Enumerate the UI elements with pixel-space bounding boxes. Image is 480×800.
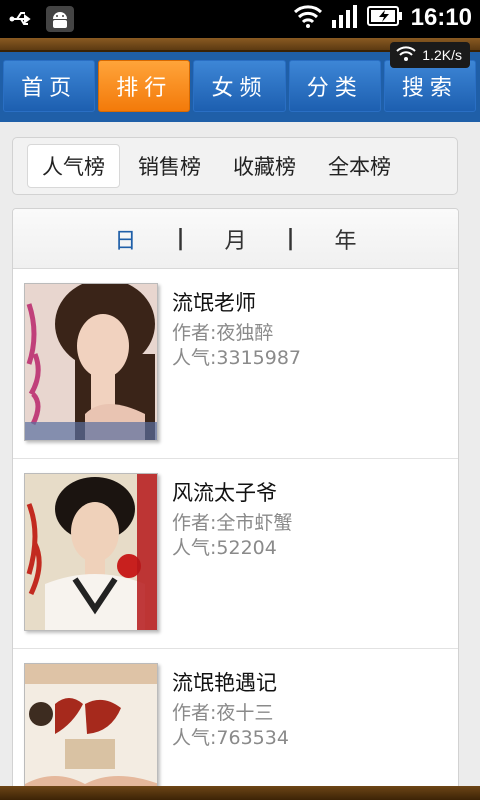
book-title: 流氓艳遇记	[172, 671, 277, 695]
book-author: 作者:全市虾蟹	[172, 512, 293, 534]
ranking-tabs: 人气榜 销售榜 收藏榜 全本榜	[12, 137, 458, 195]
network-speed-badge: 1.2K/s	[390, 42, 470, 68]
book-popularity: 人气:3315987	[172, 347, 302, 369]
period-month[interactable]: 月	[224, 223, 246, 255]
book-item[interactable]: 流氓艳遇记 作者:夜十三 人气:763534	[13, 649, 458, 800]
book-cover	[24, 663, 158, 800]
book-item[interactable]: 风流太子爷 作者:全市虾蟹 人气:52204	[13, 459, 458, 649]
period-selector: 日 | 月 | 年	[13, 209, 458, 269]
tab-sales-rank[interactable]: 销售榜	[124, 145, 215, 187]
tab-popularity-rank[interactable]: 人气榜	[27, 144, 120, 188]
book-title: 风流太子爷	[172, 481, 277, 505]
book-popularity: 人气:52204	[172, 537, 277, 559]
tab-complete-rank[interactable]: 全本榜	[314, 145, 405, 187]
signal-icon	[331, 4, 359, 32]
book-list-panel: 日 | 月 | 年 流氓老师 作者:夜独醉 人气:3315987 风流太子爷 作…	[12, 208, 459, 800]
period-separator: |	[286, 226, 295, 251]
tab-favorites-rank[interactable]: 收藏榜	[219, 145, 310, 187]
status-bar: 16:10	[0, 0, 480, 38]
book-author: 作者:夜十三	[172, 702, 274, 724]
battery-icon	[366, 4, 403, 32]
book-author: 作者:夜独醉	[172, 322, 274, 344]
wifi-icon	[293, 4, 323, 32]
book-title: 流氓老师	[172, 291, 256, 315]
book-cover	[24, 473, 158, 631]
clock: 16:10	[410, 4, 472, 31]
tab-female[interactable]: 女频	[193, 60, 286, 112]
book-item[interactable]: 流氓老师 作者:夜独醉 人气:3315987	[13, 269, 458, 459]
tab-ranking[interactable]: 排行	[98, 60, 191, 112]
book-popularity: 人气:763534	[172, 727, 289, 749]
tab-category[interactable]: 分类	[288, 60, 381, 112]
period-separator: |	[176, 226, 185, 251]
period-day[interactable]: 日	[114, 223, 136, 255]
usb-icon	[8, 6, 36, 32]
period-year[interactable]: 年	[335, 223, 357, 255]
book-cover	[24, 283, 158, 441]
wifi-icon	[396, 45, 416, 65]
bottom-strip	[0, 786, 480, 800]
network-speed: 1.2K/s	[422, 47, 462, 63]
tab-home[interactable]: 首页	[3, 60, 96, 112]
android-icon	[46, 6, 74, 32]
